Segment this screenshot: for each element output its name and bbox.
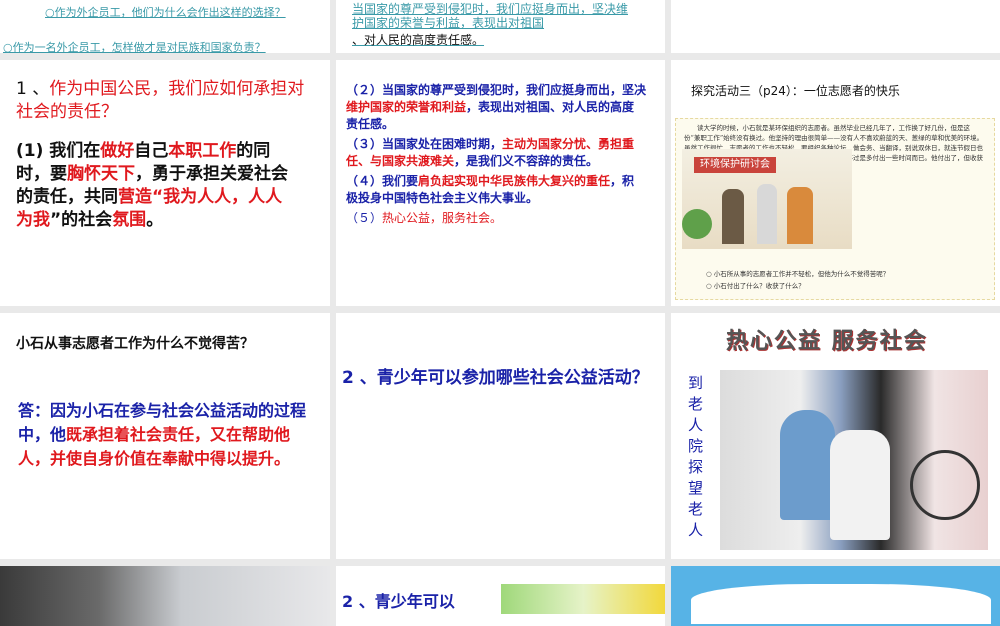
slide-answer: 答：因为小石在参与社会公益活动的过程中，他既承担着社会责任，又在帮助他人，并使自… xyxy=(18,399,308,471)
body-text: （３）当国家处在困难时期， xyxy=(346,137,503,151)
banner-text: 环境保护研讨会 xyxy=(694,157,776,173)
slide-thumbnail-3[interactable] xyxy=(671,0,1000,53)
body-text: 。 xyxy=(146,210,164,230)
body-highlight: 做好 xyxy=(100,141,135,161)
body-highlight: 氛围 xyxy=(112,210,147,230)
text-line: 护国家的荣誉与利益，表现出对祖国 xyxy=(352,16,545,30)
slide-thumbnail-5[interactable]: （２）当国家的尊严受到侵犯时，我们应挺身而出，坚决维护国家的荣誉和利益，表现出对… xyxy=(336,60,665,306)
question-link-1[interactable]: ○作为外企员工，他们为什么会作出这样的选择？ xyxy=(45,4,286,20)
slide-body: （２）当国家的尊严受到侵犯时，我们应挺身而出，坚决维护国家的荣誉和利益，表现出对… xyxy=(346,82,646,227)
slide-thumbnail-7[interactable]: 小石从事志愿者工作为什么不觉得苦？ 答：因为小石在参与社会公益活动的过程中，他既… xyxy=(0,313,330,559)
body-text: （５） xyxy=(346,211,383,225)
volunteer-photo xyxy=(720,370,988,550)
slide-thumbnail-1[interactable]: ○作为外企员工，他们为什么会作出这样的选择？ ○作为一名外企员工，怎样做才是对民… xyxy=(0,0,330,53)
slide-thumbnail-10[interactable] xyxy=(0,566,330,626)
body-text: （４）我们要 xyxy=(346,174,419,188)
body-highlight: 热心公益，服务社会。 xyxy=(382,211,503,225)
body-highlight: 肩负起实现中华民族伟大复兴的重任 xyxy=(418,174,611,188)
heading-text: 作为中国公民，我们应如何承担对社会的责任？ xyxy=(16,79,305,122)
illustration: 环境保护研讨会 xyxy=(682,149,852,249)
text-line: 、对人民的高度责任感。 xyxy=(352,33,485,47)
slide-heading: 1 、作为中国公民，我们应如何承担对社会的责任？ xyxy=(16,78,306,124)
slide-thumbnail-12[interactable] xyxy=(671,566,1000,626)
heading-number: 1 、 xyxy=(16,79,50,99)
street-photo xyxy=(0,566,330,626)
slide-thumbnail-4[interactable]: 1 、作为中国公民，我们应如何承担对社会的责任？ (1) 我们在做好自己本职工作… xyxy=(0,60,330,306)
body-highlight: 维护国家的荣誉和利益 xyxy=(346,100,467,114)
slide-question: 2 、青少年可以参加哪些社会公益活动？ xyxy=(342,368,649,388)
body-highlight: 本职工作 xyxy=(168,141,237,161)
slide-thumbnail-9[interactable]: 热心公益 服务社会 到老人院探望老人 xyxy=(671,313,1000,559)
textbook-question: ○ 小石所从事的志愿者工作并不轻松，但他为什么不觉得苦呢？ xyxy=(706,270,890,278)
slide-question: 2 、青少年可以 xyxy=(342,592,455,611)
slide-title-art: 热心公益 服务社会 xyxy=(726,329,928,354)
body-text: (1) 我们在 xyxy=(16,141,101,161)
text-line: 当国家的尊严受到侵犯时，我们应挺身而出，坚决维 xyxy=(352,2,629,16)
body-highlight: 胸怀天下 xyxy=(67,164,135,184)
slide-thumbnail-8[interactable]: 2 、青少年可以参加哪些社会公益活动？ xyxy=(336,313,665,559)
textbook-image: 读大学的时候，小石就是某环保组织的志愿者。虽然毕业已经几年了，工作换了好几份，但… xyxy=(675,118,995,300)
slide-body: (1) 我们在做好自己本职工作的同时，要胸怀天下，勇于承担关爱社会的责任，共同营… xyxy=(16,140,291,232)
body-text: （２）当国家的尊严受到侵犯时，我们应挺身而出，坚决 xyxy=(346,83,647,97)
body-text: 自己 xyxy=(134,141,169,161)
textbook-question: ○ 小石付出了什么？收获了什么？ xyxy=(706,282,805,290)
slide-title: 探究活动三（p24）：一位志愿者的快乐 xyxy=(691,84,900,98)
slide-thumbnail-6[interactable]: 探究活动三（p24）：一位志愿者的快乐 读大学的时候，小石就是某环保组织的志愿者… xyxy=(671,60,1000,306)
slide-thumbnail-11[interactable]: 2 、青少年可以 xyxy=(336,566,665,626)
photo-caption: 到老人院探望老人 xyxy=(688,374,704,539)
question-link-2[interactable]: ○作为一名外企员工，怎样做才是对民族和国家负责？ xyxy=(3,39,266,53)
slide-thumbnail-2[interactable]: 当国家的尊严受到侵犯时，我们应挺身而出，坚决维 护国家的荣誉与利益，表现出对祖国… xyxy=(336,0,665,53)
body-text: ，是我们义不容辞的责任。 xyxy=(454,154,599,168)
body-text: ”的社会 xyxy=(50,210,113,230)
cartoon-illustration xyxy=(501,584,665,614)
slide-background xyxy=(671,566,1000,626)
slide-question: 小石从事志愿者工作为什么不觉得苦？ xyxy=(16,336,254,352)
